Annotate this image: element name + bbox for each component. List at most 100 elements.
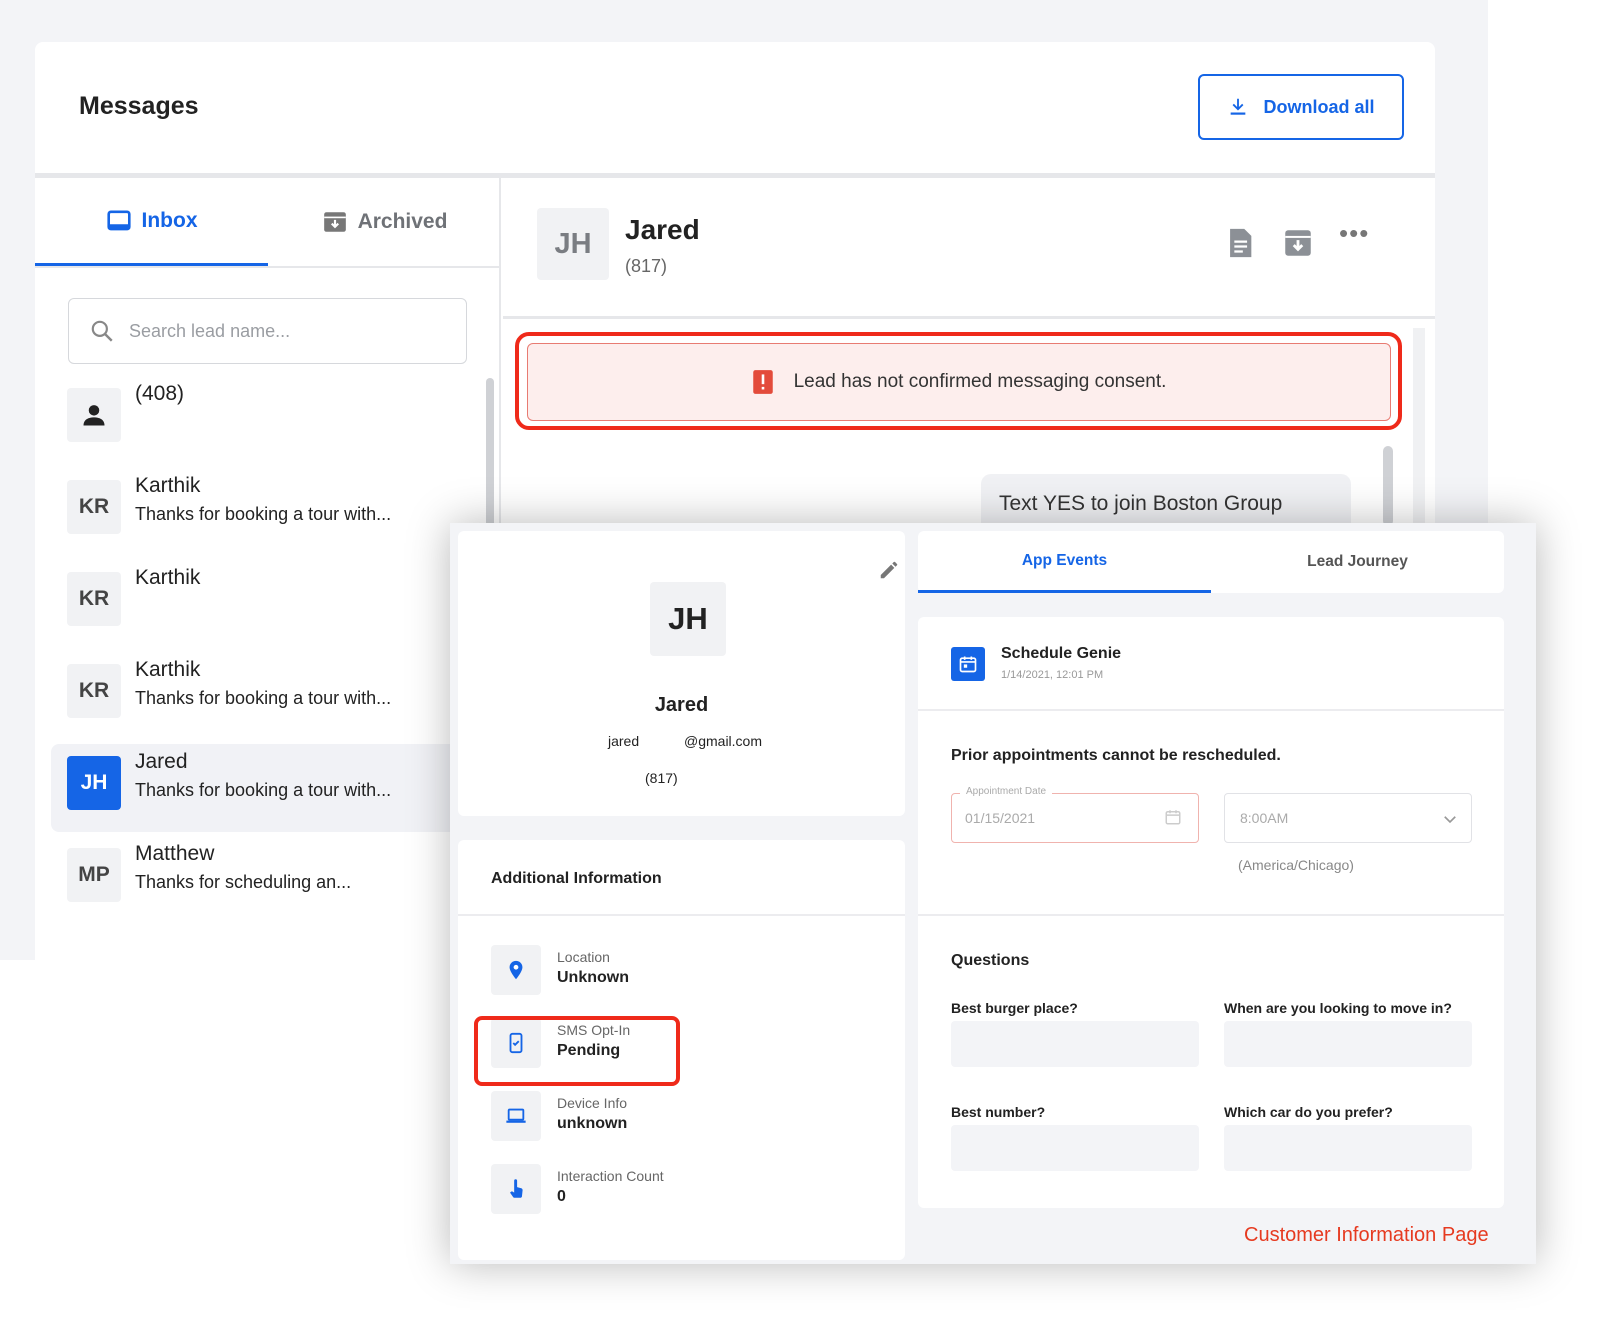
touch-icon — [510, 1179, 523, 1198]
answer-box[interactable] — [951, 1021, 1199, 1067]
chat-scrollbar-thumb[interactable] — [1383, 446, 1393, 526]
info-label: Location — [557, 949, 610, 965]
appointment-date-field[interactable]: Appointment Date 01/15/2021 — [951, 786, 1199, 843]
conversation-name: Matthew — [135, 842, 215, 865]
search-box — [68, 298, 467, 364]
appointment-time-value: 8:00AM — [1240, 810, 1289, 826]
alert-highlight-box — [515, 332, 1402, 430]
section-divider — [918, 709, 1504, 711]
event-date: 1/14/2021, 12:01 PM — [1001, 669, 1104, 681]
section-divider — [918, 914, 1504, 916]
conversation-name: Karthik — [135, 474, 201, 497]
questions-title: Questions — [951, 952, 1030, 969]
info-value: 0 — [557, 1188, 566, 1205]
archive-icon — [323, 212, 346, 232]
avatar: MP — [67, 848, 121, 902]
event-title: Schedule Genie — [1001, 645, 1122, 662]
download-icon — [1231, 98, 1246, 115]
question-label: Which car do you prefer? — [1224, 1104, 1393, 1120]
conversation-item[interactable]: MP Matthew Thanks for scheduling an... — [51, 836, 471, 924]
customer-information-overlay: JH Jared jared @gmail.com (817) Addition… — [450, 523, 1536, 1264]
tabs-divider — [35, 266, 501, 268]
profile-avatar: JH — [650, 582, 726, 656]
tab-app-events[interactable]: App Events — [918, 531, 1211, 593]
tab-inbox-label: Inbox — [141, 208, 198, 232]
profile-email-domain: @gmail.com — [684, 733, 763, 749]
appointment-time-select[interactable]: 8:00AM — [1224, 793, 1472, 843]
conversation-scrollbar[interactable] — [486, 378, 494, 528]
profile-email-user: jared — [608, 733, 640, 749]
conversation-name: Karthik — [135, 566, 201, 589]
caption: Customer Information Page — [1244, 1224, 1489, 1246]
profile-phone: (817) — [645, 770, 678, 786]
info-tabs: App Events Lead Journey — [918, 531, 1504, 593]
conversation-preview: Thanks for booking a tour with... — [135, 504, 392, 524]
info-icon-box — [491, 1091, 541, 1141]
search-input[interactable] — [129, 320, 429, 342]
document-icon — [1230, 228, 1252, 258]
profile-card: JH Jared jared @gmail.com (817) — [458, 531, 905, 816]
inbox-icon — [106, 209, 131, 230]
app-events-card: Schedule Genie 1/14/2021, 12:01 PM Prior… — [918, 617, 1504, 1208]
info-label: Device Info — [557, 1095, 628, 1111]
info-icon-box — [491, 945, 541, 995]
appointment-date-value: 01/15/2021 — [965, 810, 1036, 826]
chevron-down-icon — [1444, 816, 1456, 824]
info-label: Interaction Count — [557, 1168, 664, 1184]
answer-box[interactable] — [1224, 1125, 1472, 1171]
section-divider — [458, 914, 905, 916]
conversation-name: Karthik — [135, 658, 201, 681]
conversation-item[interactable]: KR Karthik — [51, 560, 471, 648]
answer-box[interactable] — [951, 1125, 1199, 1171]
conversation-preview: Thanks for booking a tour with... — [135, 780, 392, 800]
tab-archived[interactable]: Archived — [268, 178, 501, 266]
info-interaction-count: Interaction Count 0 — [491, 1164, 871, 1216]
page-title: Messages — [79, 92, 199, 120]
download-all-label: Download all — [1263, 96, 1375, 117]
appointment-date-label: Appointment Date — [960, 786, 1053, 797]
calendar-icon — [1165, 810, 1181, 825]
conversation-item[interactable]: (408) — [51, 376, 471, 464]
avatar: KR — [67, 664, 121, 718]
question-label: When are you looking to move in? — [1224, 1000, 1452, 1016]
conversation-list-panel: Inbox Archived (408) KR Karthik Thanks f… — [35, 178, 501, 960]
conversation-name: (408) — [135, 382, 185, 405]
search-icon — [91, 320, 113, 342]
avatar: KR — [67, 572, 121, 626]
sms-highlight-box — [474, 1016, 680, 1086]
additional-information-title: Additional Information — [491, 870, 662, 887]
chat-avatar: JH — [537, 208, 609, 280]
question-label: Best number? — [951, 1104, 1046, 1120]
laptop-icon — [506, 1108, 526, 1123]
tab-inbox[interactable]: Inbox — [35, 178, 268, 266]
avatar — [67, 388, 121, 442]
info-value: unknown — [557, 1115, 628, 1132]
edit-icon[interactable] — [878, 559, 900, 581]
calendar-icon — [959, 656, 977, 673]
reschedule-notice: Prior appointments cannot be rescheduled… — [951, 747, 1281, 764]
info-icon-box — [491, 1164, 541, 1214]
answer-box[interactable] — [1224, 1021, 1472, 1067]
conversation-name: Jared — [135, 750, 188, 773]
person-icon — [83, 405, 105, 426]
conversation-preview: Thanks for scheduling an... — [135, 872, 352, 892]
info-device: Device Info unknown — [491, 1091, 871, 1143]
notes-button[interactable] — [1223, 226, 1257, 260]
archive-button[interactable] — [1281, 226, 1315, 260]
conversation-item[interactable]: KR Karthik Thanks for booking a tour wit… — [51, 652, 471, 740]
question-label: Best burger place? — [951, 1000, 1078, 1016]
more-options-button[interactable]: ••• — [1339, 218, 1369, 249]
download-all-button[interactable]: Download all — [1198, 74, 1404, 140]
conversation-item[interactable]: KR Karthik Thanks for booking a tour wit… — [51, 468, 471, 556]
avatar: KR — [67, 480, 121, 534]
tab-archived-label: Archived — [357, 210, 448, 233]
event-icon-box — [951, 647, 985, 681]
conversation-item-selected[interactable]: JH Jared Thanks for booking a tour with.… — [51, 744, 471, 832]
archive-icon — [1285, 230, 1311, 256]
info-value: Unknown — [557, 969, 629, 986]
chat-header-divider — [503, 316, 1435, 319]
chat-contact-name: Jared — [625, 214, 700, 245]
profile-name: Jared — [654, 694, 709, 716]
tab-lead-journey[interactable]: Lead Journey — [1211, 531, 1504, 593]
info-location: Location Unknown — [491, 945, 871, 997]
